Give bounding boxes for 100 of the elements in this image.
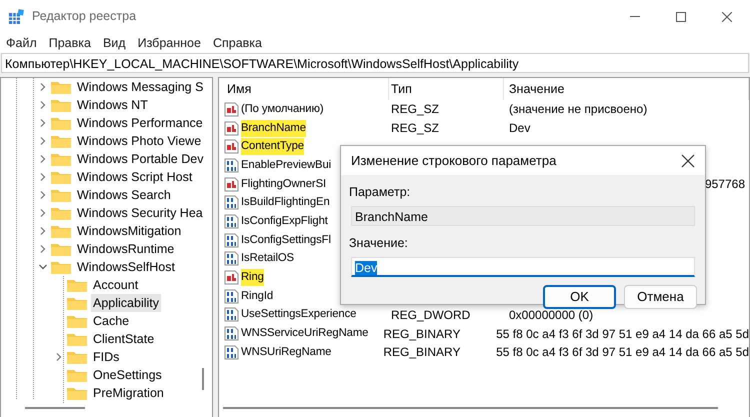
tree-item[interactable]: Applicability [91,294,162,312]
value-data: Dev [509,121,530,136]
value-name[interactable]: FlightingOwnerSI [241,176,326,193]
tree-item[interactable]: OneSettings [91,366,164,384]
folder-icon [51,260,71,274]
value-type: REG_BINARY [383,326,460,341]
value-data: 957768 [704,177,745,192]
scrollbar-thumb[interactable] [25,407,85,409]
scrollbar-thumb[interactable] [202,368,204,390]
column-header[interactable]: Тип [389,78,504,100]
string-value-icon [224,176,239,192]
folder-icon [67,296,87,310]
value-data: 0x00000000 (0) [509,308,594,322]
binary-value-icon [224,307,239,322]
value-name[interactable]: IsConfigSettingsFl [241,232,331,249]
value-name[interactable]: EnablePreviewBui [241,156,332,174]
folder-icon [67,314,87,328]
folder-icon [67,368,87,382]
scrollbar-thumb[interactable] [223,407,718,409]
folder-icon [67,350,87,364]
tree-item[interactable]: Account [91,276,140,294]
folder-icon [51,134,71,148]
value-name[interactable]: Ring [241,269,264,286]
tree-item[interactable]: Windows Search [75,186,173,204]
folder-icon [51,188,71,202]
string-value-icon [224,102,239,117]
tree-item[interactable]: PreMigration [91,384,166,402]
value-type: REG_SZ [391,102,440,116]
value-input[interactable]: Dev [351,256,695,276]
value-name[interactable]: IsBuildFlightingEn [241,194,330,212]
column-header[interactable]: Имя [219,78,389,100]
string-value-icon [224,120,239,136]
folder-icon [67,278,87,292]
string-value-icon [224,139,239,154]
folder-icon [51,170,71,184]
folder-icon [51,116,71,130]
menu-item[interactable]: Вид [96,34,132,52]
binary-value-icon [224,195,239,210]
tree-item[interactable]: Cache [91,312,132,330]
tree-item[interactable]: Windows Portable Dev [75,150,206,168]
value-name[interactable]: IsConfigExpFlight [241,213,328,230]
parameter-field: BranchName [351,206,695,226]
tree-item[interactable]: Windows Script Host [75,168,194,186]
folder-icon [51,224,71,238]
tree-item[interactable]: WindowsMitigation [75,222,184,240]
tree-item[interactable]: Windows NT [75,96,150,114]
value-data: 55 f8 0c a4 f3 6f 3d 97 51 e9 a4 14 da 66 a5 5d [496,345,749,360]
binary-value-icon [224,288,239,304]
cancel-button[interactable]: Отмена [624,284,697,308]
folder-icon [51,80,71,94]
value-data: 55 f8 0c a4 f3 6f 3d 97 51 e9 a4 14 da 66 a5 5d [496,326,749,341]
tree-item[interactable]: Windows Photo Viewe [75,132,204,150]
field-label: Значение: [349,234,409,252]
value-type: REG_SZ [391,121,440,136]
field-label: Параметр: [349,184,412,201]
folder-icon [51,242,71,256]
value-name[interactable]: ContentType [241,138,304,156]
value-data: (значение не присвоено) [509,102,648,116]
value-name[interactable]: BranchName [241,120,306,136]
folder-icon [51,152,71,166]
tree-item[interactable]: Windows Performance [75,114,205,132]
folder-icon [51,98,71,112]
folder-icon [67,332,87,346]
binary-value-icon [224,158,239,173]
close-icon [722,12,732,22]
value-name[interactable]: RingId [241,288,274,305]
value-name[interactable]: UseSettingsExperience [241,306,356,324]
value-type: REG_DWORD [391,308,470,322]
dialog-title: Изменение строкового параметра [351,152,556,170]
registry-icon [8,8,24,24]
binary-value-icon [224,344,239,360]
tree-item[interactable]: FIDs [91,348,122,366]
ok-button[interactable]: OK [543,284,616,308]
tree-item[interactable]: Windows Security Hea [75,204,205,222]
address-bar[interactable]: Компьютер\HKEY_LOCAL_MACHINE\SOFTWARE\Microsoft\WindowsSelfHost\Applicability [1,53,749,73]
menu-item[interactable]: Справка [206,34,268,52]
tree-item[interactable]: Windows Messaging S [75,78,206,96]
folder-icon [67,386,87,400]
window-title: Редактор реестра [32,8,136,26]
value-name[interactable]: WNSUriRegName [241,344,332,361]
value-name[interactable]: WNSServiceUriRegName [241,325,368,342]
binary-value-icon [224,232,239,248]
value-name[interactable]: IsRetailOS [241,250,294,268]
menu-item[interactable]: Правка [42,34,97,52]
menu-item[interactable]: Избранное [132,34,207,52]
binary-value-icon [224,214,239,229]
minimize-icon [630,16,640,17]
column-header[interactable]: Значение [504,78,749,100]
binary-value-icon [224,326,239,342]
close-icon[interactable] [681,154,695,168]
tree-item[interactable]: WindowsSelfHost [75,258,177,276]
value-name[interactable]: (По умолчанию) [241,100,324,118]
menu-item[interactable]: Файл [0,34,43,52]
maximize-icon [676,12,686,22]
binary-value-icon [224,251,239,266]
value-type: REG_BINARY [383,345,460,360]
string-value-icon [224,270,239,286]
folder-icon [51,206,71,220]
tree-item[interactable]: WindowsRuntime [75,240,176,258]
tree-item[interactable]: ClientState [91,330,156,348]
